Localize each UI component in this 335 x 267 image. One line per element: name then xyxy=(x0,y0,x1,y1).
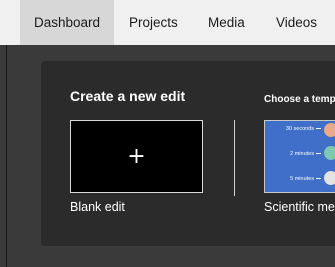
arrow-icon xyxy=(316,178,321,180)
template-row-label: 30 seconds xyxy=(269,126,321,132)
scientific-template-label: Scientific me xyxy=(264,200,335,214)
template-thumbnail-circle xyxy=(324,171,335,185)
plus-icon: + xyxy=(127,144,146,169)
section-divider xyxy=(234,120,235,196)
arrow-icon xyxy=(316,128,321,130)
blank-edit-card[interactable]: + xyxy=(70,120,203,193)
tab-projects[interactable]: Projects xyxy=(129,0,178,45)
left-sidebar-edge xyxy=(6,45,7,267)
create-new-edit-heading: Create a new edit xyxy=(70,88,186,104)
blank-edit-label: Blank edit xyxy=(70,200,125,214)
template-thumbnail-circle xyxy=(324,123,335,137)
scientific-template-card[interactable]: 30 seconds 2 minutes 5 minutes xyxy=(264,120,335,193)
tab-dashboard[interactable]: Dashboard xyxy=(20,0,114,45)
tab-media[interactable]: Media xyxy=(208,0,245,45)
arrow-icon xyxy=(316,153,321,155)
top-navigation: Dashboard Projects Media Videos xyxy=(0,0,335,45)
template-thumbnail-circle xyxy=(324,146,335,160)
template-row-label: 5 minutes xyxy=(269,176,321,182)
choose-template-heading: Choose a temp xyxy=(264,94,335,105)
tab-videos[interactable]: Videos xyxy=(276,0,317,45)
template-row-label: 2 minutes xyxy=(269,151,321,157)
